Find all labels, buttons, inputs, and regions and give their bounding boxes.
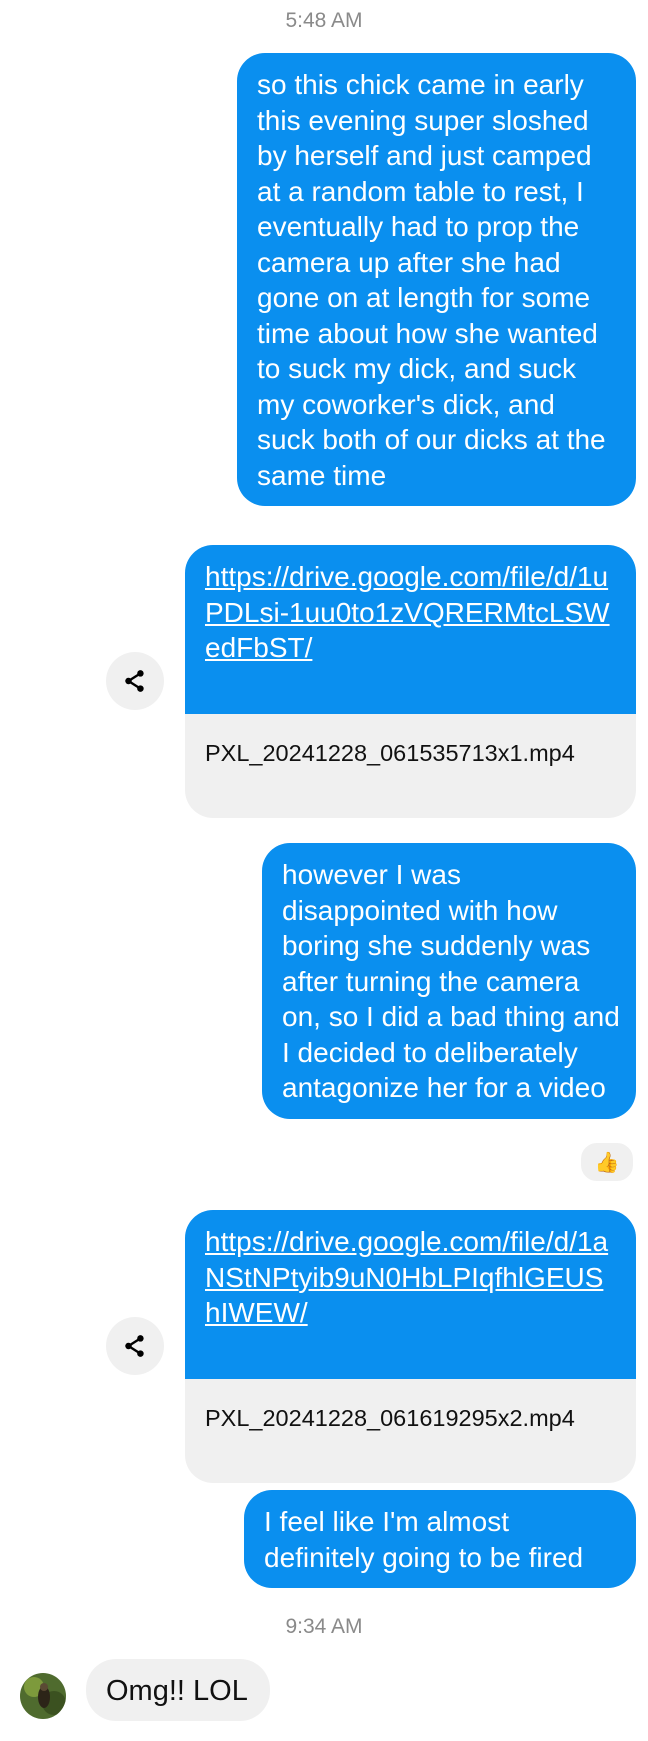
attachment-filename: PXL_20241228_061535713x1.mp4 bbox=[185, 714, 636, 818]
share-icon bbox=[125, 1335, 144, 1357]
avatar-image bbox=[20, 1673, 66, 1719]
reaction-badge[interactable]: 👍 bbox=[578, 1140, 636, 1184]
timestamp: 9:34 AM bbox=[285, 1615, 363, 1638]
attachment-link[interactable]: https://drive.google.com/file/d/1aNStNPt… bbox=[185, 1210, 636, 1379]
link-attachment[interactable]: https://drive.google.com/file/d/1aNStNPt… bbox=[185, 1210, 636, 1483]
link-attachment[interactable]: https://drive.google.com/file/d/1uPDLsi-… bbox=[185, 545, 636, 818]
share-icon bbox=[125, 670, 144, 692]
incoming-message[interactable]: Omg!! LOL bbox=[86, 1659, 270, 1721]
attachment-link[interactable]: https://drive.google.com/file/d/1uPDLsi-… bbox=[185, 545, 636, 714]
share-button[interactable] bbox=[106, 1317, 164, 1375]
share-button[interactable] bbox=[106, 652, 164, 710]
outgoing-message[interactable]: so this chick came in early this evening… bbox=[237, 53, 636, 506]
outgoing-message[interactable]: however I was disappointed with how bori… bbox=[262, 843, 636, 1119]
contact-avatar[interactable] bbox=[20, 1673, 66, 1719]
outgoing-message[interactable]: I feel like I'm almost definitely going … bbox=[244, 1490, 636, 1588]
timestamp: 5:48 AM bbox=[285, 9, 363, 32]
attachment-filename: PXL_20241228_061619295x2.mp4 bbox=[185, 1379, 636, 1483]
thumbs-up-emoji: 👍 bbox=[594, 1151, 620, 1174]
